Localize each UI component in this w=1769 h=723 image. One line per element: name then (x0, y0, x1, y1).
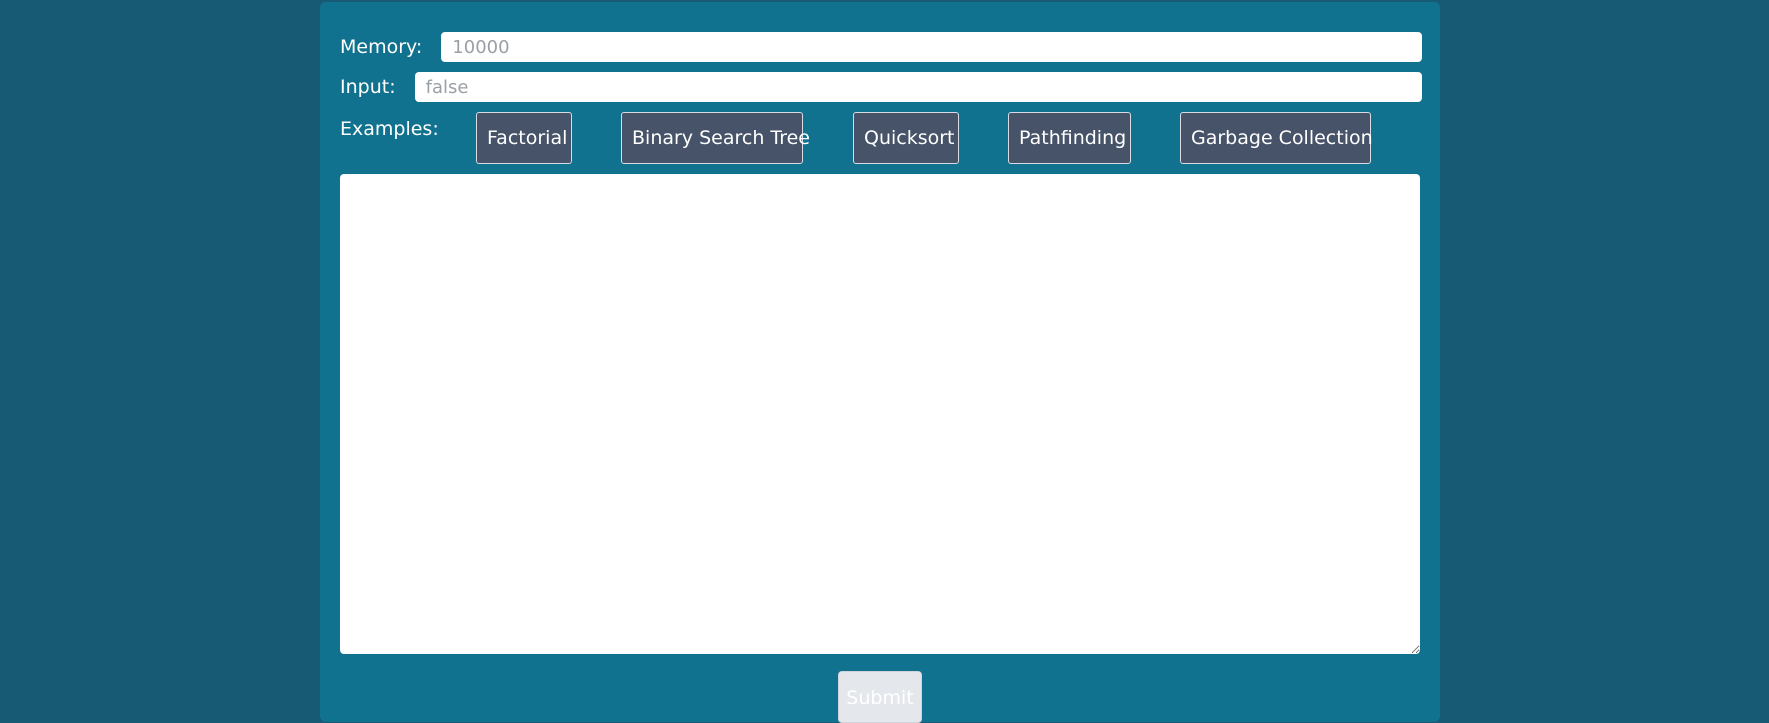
example-garbage-collection-button[interactable]: Garbage Collection (1180, 112, 1373, 164)
memory-label: Memory: (340, 36, 423, 58)
example-pathfinding-button[interactable]: Pathfinding (1008, 112, 1131, 164)
memory-row: Memory: (340, 32, 1423, 62)
memory-input[interactable] (441, 32, 1423, 62)
input-row: Input: (340, 72, 1422, 102)
input-label: Input: (340, 76, 396, 98)
editor-panel: Memory: Input: Examples: Factorial Binar… (320, 2, 1440, 723)
example-quicksort-button[interactable]: Quicksort (853, 112, 959, 164)
example-binary-search-tree-button[interactable]: Binary Search Tree (621, 112, 810, 164)
example-factorial-button[interactable]: Factorial (476, 112, 572, 164)
submit-button[interactable]: Submit (838, 671, 922, 723)
examples-row: Examples: (340, 118, 439, 140)
examples-label: Examples: (340, 118, 439, 140)
program-input-field[interactable] (414, 72, 1422, 102)
code-editor-textarea[interactable] (340, 174, 1420, 654)
